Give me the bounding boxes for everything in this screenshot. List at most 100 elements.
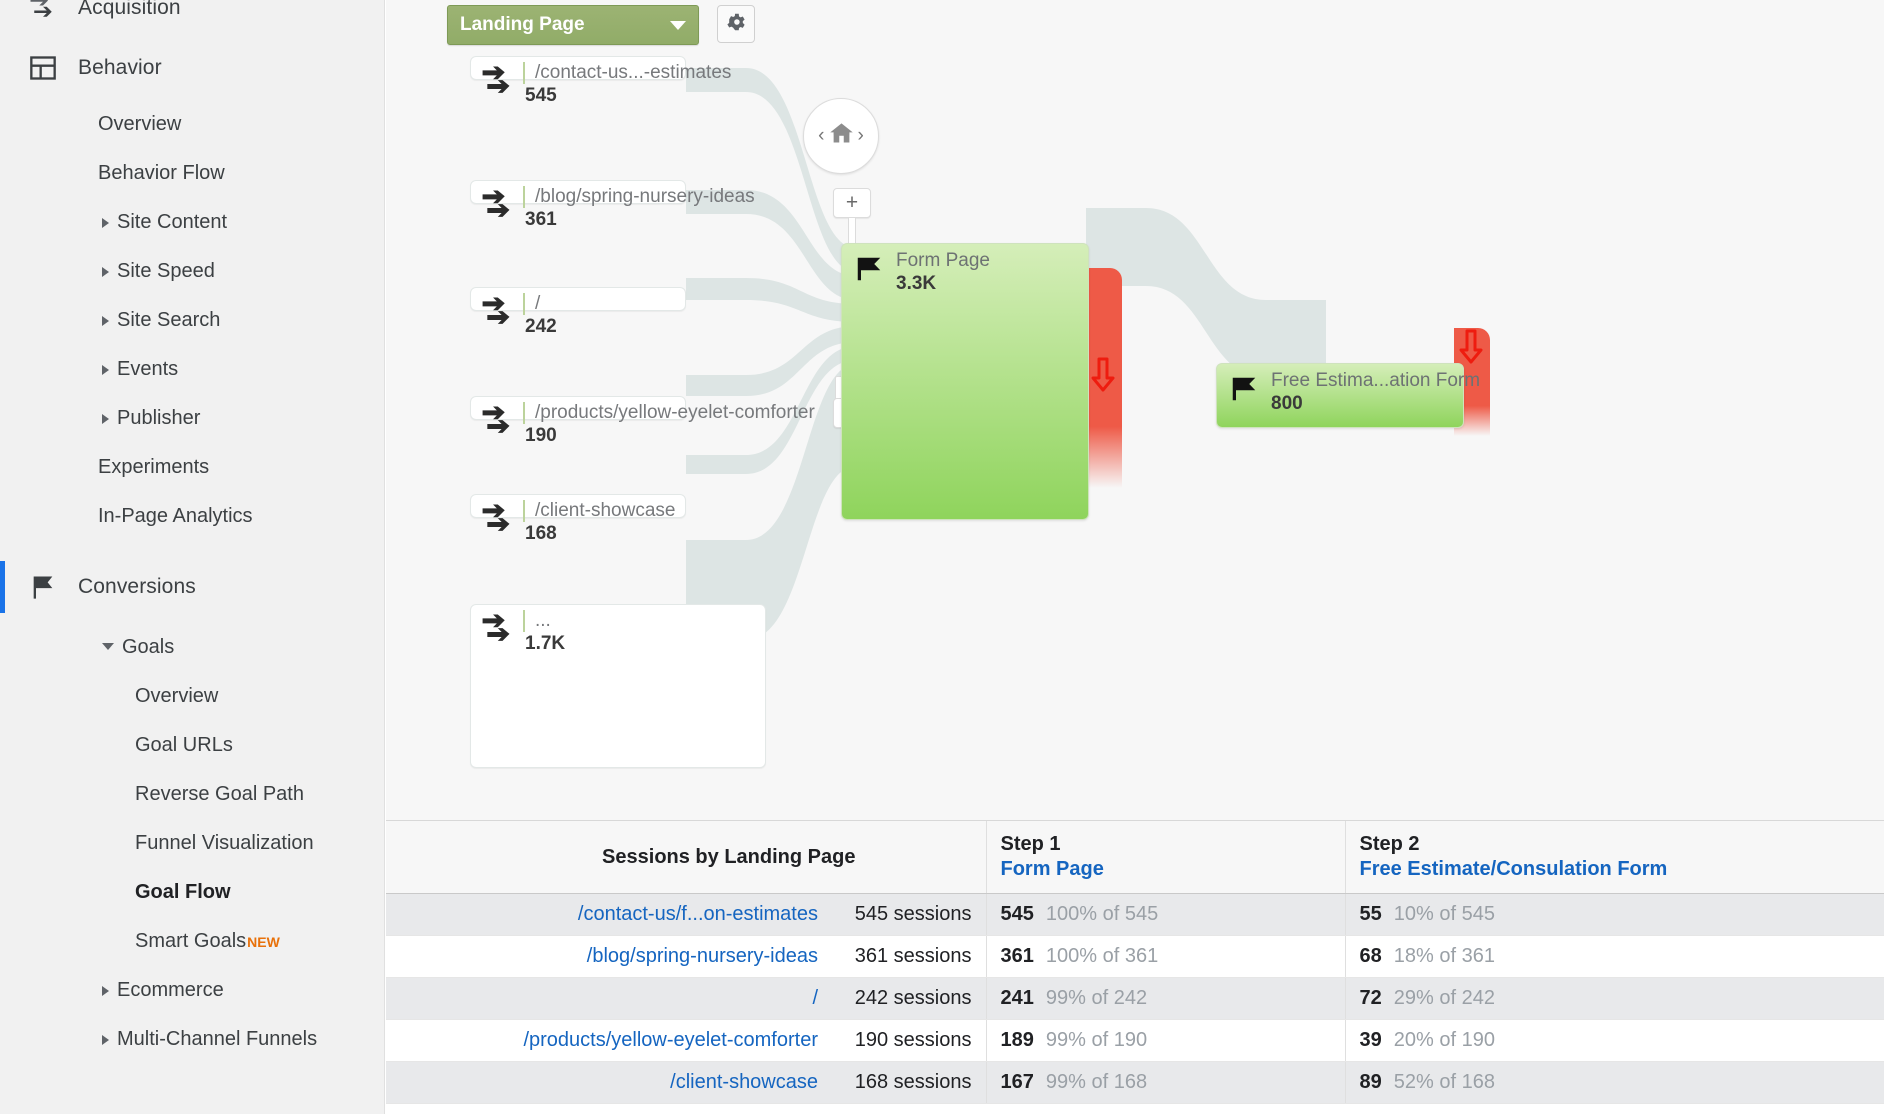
sidebar-group-conversions[interactable]: Conversions	[0, 555, 384, 619]
sidebar-item-site-content[interactable]: Site Content	[0, 198, 384, 247]
row-page-cell[interactable]: /client-showcase	[472, 1061, 832, 1104]
sidebar-item-label: Smart Goals	[135, 930, 247, 952]
row-page-cell[interactable]: /products/yellow-eyelet-comforter	[472, 1019, 832, 1062]
step2-name[interactable]: Free Estimate/Consulation Form	[1360, 858, 1871, 881]
table-header-step1: Step 1 Form Page	[985, 821, 1345, 894]
sidebar-item-goal-urls[interactable]: Goal URLs	[0, 721, 384, 770]
table-header-spacer	[386, 821, 472, 894]
row-step1-num: 361	[1000, 945, 1034, 967]
canvas-home-control[interactable]: ‹ ›	[803, 98, 879, 174]
row-step1: 241 99% of 242	[985, 977, 1345, 1020]
row-page-cell[interactable]: /blog/spring-nursery-ideas	[472, 935, 832, 978]
settings-button[interactable]	[717, 5, 755, 43]
sidebar-item-label: Goal Flow	[135, 881, 231, 903]
flow-node-landing-page[interactable]: /blog/spring-nursery-ideas 361	[470, 180, 755, 230]
sidebar-item-label: In-Page Analytics	[98, 505, 253, 527]
row-sessions[interactable]: 361 sessions	[832, 935, 986, 978]
sidebar-item-events[interactable]: Events	[0, 345, 384, 394]
acquisition-arrows-icon	[26, 0, 60, 25]
table-row[interactable]: /blog/spring-nursery-ideas 361 sessions …	[386, 935, 1884, 978]
flow-node-label: Form Page	[896, 250, 990, 271]
row-spacer	[386, 893, 472, 936]
dimension-select-label: Landing Page	[460, 14, 585, 35]
sidebar-item-smart-goals[interactable]: Smart Goals NEW	[0, 917, 384, 966]
new-badge: NEW	[247, 933, 280, 950]
row-spacer	[386, 1019, 472, 1062]
step1-label: Step 1	[1000, 833, 1061, 855]
sidebar-group-behavior[interactable]: Behavior	[0, 36, 384, 100]
sidebar-item-goal-flow[interactable]: Goal Flow	[0, 868, 384, 917]
row-step1: 545 100% of 545	[985, 893, 1345, 936]
row-sessions[interactable]: 545 sessions	[832, 893, 986, 936]
sidebar-item-goals[interactable]: Goals	[0, 623, 384, 672]
flow-node-landing-page-other[interactable]: ... 1.7K	[470, 604, 766, 768]
sidebar-item-behavior-flow[interactable]: Behavior Flow	[0, 149, 384, 198]
row-page-link[interactable]: /contact-us/f...on-estimates	[578, 903, 818, 925]
row-step2: 68 18% of 361	[1344, 935, 1884, 978]
table-row[interactable]: / 242 sessions 241 99% of 242 72 29% of 24…	[386, 977, 1884, 1020]
home-icon[interactable]	[828, 120, 855, 152]
step2-label: Step 2	[1359, 833, 1420, 855]
row-step2-pct: 10% of 545	[1393, 903, 1495, 925]
row-step2-num: 39	[1359, 1029, 1382, 1051]
flow-node-landing-page[interactable]: / 242	[470, 287, 686, 337]
chevron-right-icon	[102, 266, 109, 277]
row-sessions[interactable]: 242 sessions	[832, 977, 986, 1020]
sidebar-item-in-page-analytics[interactable]: In-Page Analytics	[0, 492, 384, 541]
sidebar-item-funnel-visualization[interactable]: Funnel Visualization	[0, 819, 384, 868]
row-page-link[interactable]: /products/yellow-eyelet-comforter	[523, 1029, 818, 1051]
chevron-right-icon[interactable]: ›	[855, 125, 867, 147]
sidebar-item-overview[interactable]: Overview	[0, 100, 384, 149]
dimension-select[interactable]: Landing Page	[447, 5, 699, 45]
sidebar-item-label: Behavior Flow	[98, 162, 225, 184]
chevron-down-icon	[670, 20, 686, 30]
sidebar-item-site-speed[interactable]: Site Speed	[0, 247, 384, 296]
table-row[interactable]: /client-showcase 168 sessions 167 99% of …	[386, 1061, 1884, 1104]
flow-node-goal-free-estimate[interactable]: Free Estima...ation Form 800	[1216, 363, 1480, 428]
sidebar-item-ecommerce[interactable]: Ecommerce	[0, 966, 384, 1015]
row-step1-pct: 99% of 242	[1045, 987, 1148, 1009]
sidebar-item-label: Reverse Goal Path	[135, 783, 304, 805]
flow-node-landing-page[interactable]: /products/yellow-eyelet-comforter 190	[470, 396, 815, 446]
row-page-link[interactable]: /blog/spring-nursery-ideas	[587, 945, 818, 967]
sidebar-item-experiments[interactable]: Experiments	[0, 443, 384, 492]
table-header-sessions-by: Sessions by Landing Page	[472, 821, 986, 894]
sidebar-item-goals-overview[interactable]: Overview	[0, 672, 384, 721]
chevron-down-icon	[102, 643, 114, 655]
chevron-right-icon	[102, 364, 109, 375]
zoom-in-button[interactable]: +	[833, 188, 871, 218]
page-flow-icon	[481, 404, 519, 447]
sidebar-group-label: Acquisition	[78, 0, 181, 19]
table-row[interactable]: /contact-us/f...on-estimates 545 session…	[386, 893, 1884, 936]
sidebar-item-label: Goals	[122, 636, 175, 658]
main-panel: Landing Page ‹ › + /contact-us...-estima…	[386, 0, 1884, 1114]
row-page-cell[interactable]: /	[472, 977, 832, 1020]
flow-node-landing-page[interactable]: /contact-us...-estimates 545	[470, 56, 731, 106]
sidebar-item-label: Goal URLs	[135, 734, 233, 756]
flow-node-label: Free Estima...ation Form	[1271, 370, 1481, 391]
chevron-left-icon[interactable]: ‹	[815, 125, 827, 147]
row-step2-num: 68	[1359, 945, 1382, 967]
sidebar-item-site-search[interactable]: Site Search	[0, 296, 384, 345]
row-page-link[interactable]: /	[812, 987, 818, 1009]
sidebar-item-publisher[interactable]: Publisher	[0, 394, 384, 443]
row-page-link[interactable]: /client-showcase	[670, 1071, 818, 1093]
flow-node-label: /client-showcase	[523, 500, 675, 522]
row-page-cell[interactable]: /contact-us/f...on-estimates	[472, 893, 832, 936]
flow-node-landing-page[interactable]: /client-showcase 168	[470, 494, 686, 544]
sidebar-item-reverse-goal-path[interactable]: Reverse Goal Path	[0, 770, 384, 819]
flow-node-goal-form-page[interactable]: Form Page 3.3K	[841, 243, 1089, 520]
flow-node-value: 545	[525, 85, 557, 106]
goal-flag-icon	[854, 254, 884, 289]
flow-node-label: /blog/spring-nursery-ideas	[523, 186, 755, 208]
sidebar-group-acquisition[interactable]: Acquisition	[0, 0, 384, 36]
table-row[interactable]: /products/yellow-eyelet-comforter 190 se…	[386, 1019, 1884, 1062]
sidebar-item-multi-channel-funnels[interactable]: Multi-Channel Funnels	[0, 1015, 384, 1064]
step1-name[interactable]: Form Page	[1001, 858, 1331, 881]
flow-node-value: 3.3K	[896, 273, 937, 294]
row-step2: 72 29% of 242	[1344, 977, 1884, 1020]
row-sessions[interactable]: 168 sessions	[832, 1061, 986, 1104]
sidebar-item-label: Experiments	[98, 456, 210, 478]
row-step1-num: 241	[1000, 987, 1034, 1009]
row-sessions[interactable]: 190 sessions	[832, 1019, 986, 1062]
